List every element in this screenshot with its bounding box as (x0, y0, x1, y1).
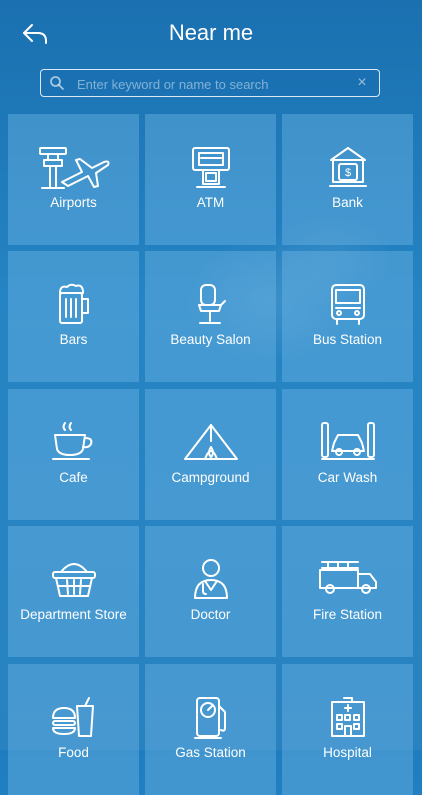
tile-label: Department Store (20, 607, 127, 622)
nav-header: Near me (0, 0, 422, 64)
search-icon (50, 76, 64, 90)
hospital-icon (282, 696, 413, 742)
tile-label: Cafe (59, 470, 88, 485)
tile-label: ATM (196, 195, 225, 210)
tile-bank[interactable]: $ Bank (282, 114, 413, 245)
page-title: Near me (168, 20, 254, 45)
tile-label: Gas Station (175, 745, 246, 760)
tent-icon (145, 421, 276, 467)
tile-car-wash[interactable]: Car Wash (282, 389, 413, 520)
tile-department-store[interactable]: Department Store (8, 526, 139, 657)
salon-chair-icon (145, 283, 276, 329)
tile-cafe[interactable]: Cafe (8, 389, 139, 520)
car-wash-icon (282, 421, 413, 467)
tile-label: Bus Station (312, 332, 383, 347)
tile-bus-station[interactable]: Bus Station (282, 251, 413, 382)
tile-beauty-salon[interactable]: Beauty Salon (145, 251, 276, 382)
tile-label: Bars (59, 332, 88, 347)
tile-doctor[interactable]: Doctor (145, 526, 276, 657)
tile-label: Food (58, 745, 89, 760)
basket-icon (8, 558, 139, 604)
doctor-icon (145, 558, 276, 604)
search-bar: × (40, 69, 380, 97)
gas-pump-icon (145, 696, 276, 742)
tile-food[interactable]: Food (8, 664, 139, 795)
tile-fire-station[interactable]: Fire Station (282, 526, 413, 657)
tile-label: Hospital (323, 745, 372, 760)
tile-label: Beauty Salon (170, 332, 251, 347)
tile-label: Car Wash (317, 470, 378, 485)
fast-food-icon (8, 696, 139, 742)
coffee-cup-icon (8, 421, 139, 467)
bank-icon: $ (282, 146, 413, 192)
tile-label: Bank (332, 195, 363, 210)
category-grid: Airports ATM $ Bank Bars Beauty Salon Bu… (0, 0, 422, 795)
tile-bars[interactable]: Bars (8, 251, 139, 382)
search-input[interactable] (75, 73, 349, 95)
tile-label: Fire Station (312, 607, 383, 622)
tile-campground[interactable]: Campground (145, 389, 276, 520)
tile-hospital[interactable]: Hospital (282, 664, 413, 795)
svg-text:$: $ (344, 167, 350, 179)
airport-icon (8, 146, 139, 192)
fire-truck-icon (282, 558, 413, 604)
beer-mug-icon (8, 283, 139, 329)
tile-atm[interactable]: ATM (145, 114, 276, 245)
tile-gas-station[interactable]: Gas Station (145, 664, 276, 795)
clear-search-button[interactable]: × (353, 74, 371, 92)
tile-airports[interactable]: Airports (8, 114, 139, 245)
atm-icon (145, 146, 276, 192)
tile-label: Campground (171, 470, 250, 485)
bus-icon (282, 283, 413, 329)
tile-label: Airports (50, 195, 97, 210)
tile-label: Doctor (190, 607, 231, 622)
